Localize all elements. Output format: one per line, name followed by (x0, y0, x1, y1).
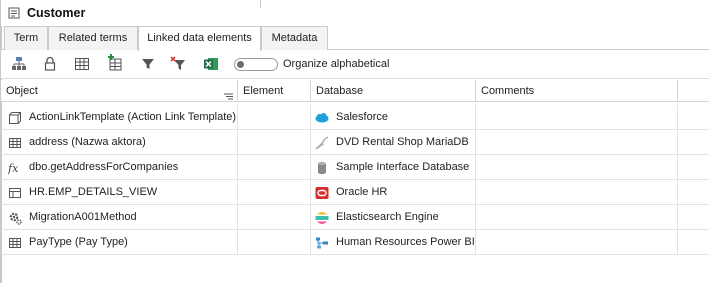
column-header-element-label: Element (243, 85, 284, 97)
element-cell[interactable] (238, 155, 311, 179)
database-cell[interactable]: Human Resources Power BI (311, 230, 476, 254)
object-cell[interactable]: HR.EMP_DETAILS_VIEW (1, 180, 238, 204)
comments-cell[interactable] (476, 130, 678, 154)
title-divider (260, 0, 261, 8)
tab-term-label: Term (13, 32, 39, 44)
tab-related-terms[interactable]: Related terms (48, 26, 138, 50)
table-row[interactable]: PayType (Pay Type) Human Resources Power… (1, 230, 709, 255)
page-title: Customer (27, 6, 86, 20)
column-header-comments[interactable]: Comments (476, 80, 678, 102)
object-name: PayType (Pay Type) (29, 236, 128, 248)
table-row[interactable]: address (Nazwa aktora) DVD Rental Shop M… (1, 130, 709, 155)
toggle-knob (237, 61, 244, 68)
object-name: HR.EMP_DETAILS_VIEW (29, 186, 158, 198)
database-cell[interactable]: Oracle HR (311, 180, 476, 204)
comments-cell[interactable] (476, 105, 678, 129)
object-name: ActionLinkTemplate (Action Link Template… (29, 111, 237, 123)
hierarchy-icon[interactable] (11, 56, 27, 72)
element-cell[interactable] (238, 130, 311, 154)
clear-filter-icon[interactable] (170, 56, 186, 72)
object-name: MigrationA001Method (29, 211, 137, 223)
object-cell[interactable]: fx dbo.getAddressForCompanies (1, 155, 238, 179)
tab-related-terms-label: Related terms (58, 32, 128, 44)
table-row[interactable]: ActionLinkTemplate (Action Link Template… (1, 105, 709, 130)
oracle-icon (315, 185, 329, 199)
database-name: Human Resources Power BI (336, 236, 475, 248)
elasticsearch-icon (315, 210, 329, 225)
table-row[interactable]: MigrationA001Method Elasticsearch Engine (1, 205, 709, 230)
salesforce-icon (315, 110, 329, 124)
mariadb-icon (315, 135, 329, 150)
comments-cell[interactable] (476, 230, 678, 254)
object-cell[interactable]: address (Nazwa aktora) (1, 130, 238, 154)
table-icon (8, 235, 22, 249)
grid-header: Object Element Database Comments (1, 80, 709, 102)
database-name: DVD Rental Shop MariaDB (336, 136, 469, 148)
object-icon (8, 110, 22, 124)
database-name: Oracle HR (336, 186, 388, 198)
element-cell[interactable] (238, 105, 311, 129)
comments-cell[interactable] (476, 155, 678, 179)
database-cell[interactable]: DVD Rental Shop MariaDB (311, 130, 476, 154)
database-cell[interactable]: Elasticsearch Engine (311, 205, 476, 229)
column-header-object-label: Object (6, 85, 38, 97)
element-cell[interactable] (238, 205, 311, 229)
powerbi-icon (315, 235, 329, 249)
linked-elements-grid: Object Element Database Comments ActionL… (1, 80, 709, 283)
tab-metadata-label: Metadata (271, 32, 318, 44)
column-header-object[interactable]: Object (1, 80, 238, 102)
column-header-element[interactable]: Element (238, 80, 311, 102)
tab-linked-data-elements-label: Linked data elements (147, 32, 252, 44)
table-icon[interactable] (74, 56, 90, 72)
filter-icon[interactable] (140, 56, 156, 72)
table-row[interactable]: HR.EMP_DETAILS_VIEW Oracle HR (1, 180, 709, 205)
database-name: Salesforce (336, 111, 388, 123)
method-gear-icon (8, 210, 22, 225)
object-cell[interactable]: ActionLinkTemplate (Action Link Template… (1, 105, 238, 129)
column-header-comments-label: Comments (481, 85, 535, 97)
object-name: address (Nazwa aktora) (29, 136, 146, 148)
excel-export-icon[interactable] (203, 56, 219, 72)
tab-term[interactable]: Term (4, 26, 48, 50)
element-cell[interactable] (238, 230, 311, 254)
object-cell[interactable]: MigrationA001Method (1, 205, 238, 229)
function-icon: fx (7, 160, 22, 175)
column-header-database[interactable]: Database (311, 80, 476, 102)
toolbar: Organize alphabetical (1, 50, 709, 79)
add-link-icon[interactable] (107, 54, 123, 71)
column-header-database-label: Database (316, 85, 364, 97)
title-bar: Customer (1, 0, 709, 26)
term-icon (8, 7, 20, 19)
lock-icon[interactable] (42, 56, 58, 72)
comments-cell[interactable] (476, 205, 678, 229)
tab-linked-data-elements[interactable]: Linked data elements (138, 26, 261, 51)
svg-text:fx: fx (8, 162, 19, 175)
view-icon (8, 185, 22, 199)
organize-alphabetical-toggle[interactable] (234, 58, 278, 71)
element-cell[interactable] (238, 180, 311, 204)
window: Customer Term Related terms Linked data … (0, 0, 709, 283)
organize-alphabetical-label: Organize alphabetical (283, 58, 390, 70)
object-name: dbo.getAddressForCompanies (29, 161, 179, 173)
database-name: Elasticsearch Engine (336, 211, 439, 223)
database-cell[interactable]: Salesforce (311, 105, 476, 129)
tab-metadata[interactable]: Metadata (261, 26, 328, 50)
sort-icon[interactable] (224, 87, 233, 100)
database-name: Sample Interface Database (336, 161, 470, 173)
comments-cell[interactable] (476, 180, 678, 204)
database-cylinder-icon (315, 160, 329, 175)
database-cell[interactable]: Sample Interface Database (311, 155, 476, 179)
table-row[interactable]: fx dbo.getAddressForCompanies Sample Int… (1, 155, 709, 180)
tab-bar: Term Related terms Linked data elements … (1, 26, 709, 51)
object-cell[interactable]: PayType (Pay Type) (1, 230, 238, 254)
table-icon (8, 135, 22, 149)
